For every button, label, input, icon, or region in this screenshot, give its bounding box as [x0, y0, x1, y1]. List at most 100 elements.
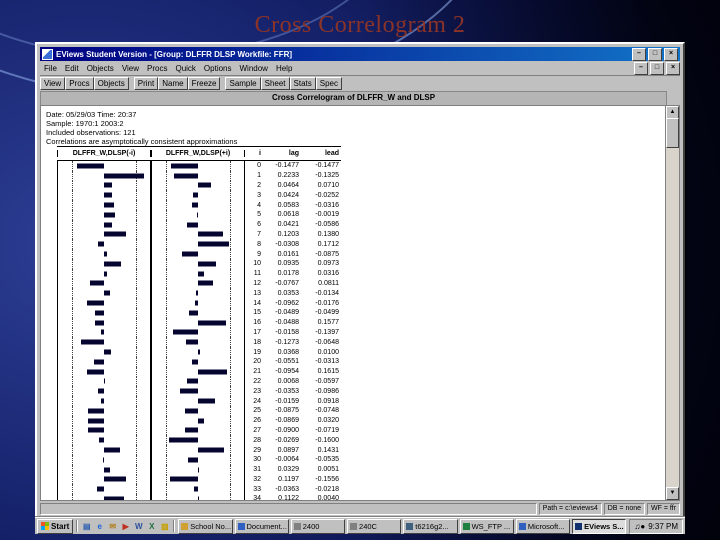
- cell-lag: 0.0897: [277, 446, 299, 454]
- cell-i: 8: [257, 240, 261, 248]
- confidence-band-line: [230, 435, 232, 446]
- task-button[interactable]: 240C: [347, 518, 402, 534]
- ie-icon[interactable]: e: [94, 521, 105, 532]
- child-close-button[interactable]: ×: [666, 62, 680, 75]
- menu-procs[interactable]: Procs: [143, 64, 171, 73]
- cell-lag: -0.1273: [275, 338, 299, 346]
- cell-lag: -0.0962: [275, 299, 299, 307]
- menu-objects[interactable]: Objects: [83, 64, 118, 73]
- correlogram-table: DLFFR_W,DLSP(-i) DLFFR_W,DLSP(+i) i lag …: [57, 146, 341, 501]
- tool-button-sheet[interactable]: Sheet: [260, 76, 290, 90]
- slide-title: Cross Correlogram 2: [254, 12, 466, 38]
- menu-file[interactable]: File: [40, 64, 61, 73]
- task-button[interactable]: Microsoft...: [515, 518, 571, 534]
- lead-plot-cell: [151, 405, 245, 416]
- cell-i: 6: [257, 221, 261, 229]
- task-button[interactable]: School No...: [178, 518, 233, 534]
- confidence-band-line: [230, 307, 232, 318]
- excel-icon[interactable]: X: [146, 521, 157, 532]
- table-row: 32 0.1197 -0.1556: [57, 474, 341, 485]
- cell-lead: 0.0051: [317, 466, 339, 474]
- tool-button-procs[interactable]: Procs: [65, 76, 94, 90]
- show-desktop-icon[interactable]: ▤: [81, 521, 92, 532]
- cell-i: 16: [253, 319, 261, 327]
- lead-plot-cell: [151, 278, 245, 289]
- word-icon[interactable]: W: [133, 521, 144, 532]
- media-player-icon[interactable]: ▶: [120, 521, 131, 532]
- child-maximize-button[interactable]: □: [650, 62, 664, 75]
- confidence-band-line: [165, 386, 167, 397]
- tool-button-objects[interactable]: Objects: [93, 76, 129, 90]
- window-minimize-button[interactable]: –: [632, 47, 646, 61]
- window-maximize-button[interactable]: □: [648, 47, 662, 61]
- task-button[interactable]: 2400: [290, 518, 346, 534]
- table-row: 20 -0.0551 -0.0313: [57, 356, 341, 367]
- network-icon[interactable]: ●: [640, 522, 645, 531]
- confidence-band-line: [71, 445, 73, 455]
- confidence-band-line: [230, 209, 232, 220]
- menu-window[interactable]: Window: [236, 64, 272, 73]
- menu-options[interactable]: Options: [200, 64, 236, 73]
- lag-plot-cell-bar: [104, 202, 115, 208]
- cell-lead: 0.0710: [317, 181, 339, 189]
- window-titlebar[interactable]: EViews Student Version - [Group: DLFFR D…: [40, 47, 680, 61]
- task-button[interactable]: WS_FTP ...: [459, 518, 514, 534]
- info-line-0: Date: 05/29/03 Time: 20:37: [46, 110, 137, 119]
- scrollbar-thumb[interactable]: [666, 118, 679, 148]
- lag-plot-cell: [57, 474, 151, 485]
- lag-plot-cell-bar: [90, 280, 104, 286]
- child-window-controls: – □ ×: [634, 62, 680, 75]
- tool-button-freeze[interactable]: Freeze: [187, 76, 221, 90]
- folder-icon[interactable]: ▨: [159, 521, 170, 532]
- lead-plot-cell: [151, 268, 245, 279]
- confidence-band-line: [71, 180, 73, 191]
- status-path: Path = c:\eviews4: [538, 503, 602, 515]
- task-button-icon: [575, 522, 583, 530]
- vertical-scrollbar[interactable]: ▲ ▼: [665, 105, 680, 501]
- status-command-area[interactable]: [40, 503, 537, 515]
- confidence-band-line: [71, 219, 73, 230]
- cell-lead: -0.0499: [315, 309, 339, 317]
- lag-plot-cell-bar: [104, 231, 126, 237]
- task-button[interactable]: EViews S...: [572, 518, 627, 534]
- clock: 9:37 PM: [648, 521, 678, 531]
- info-line-1: Sample: 1970:1 2003:2: [46, 119, 124, 128]
- start-button[interactable]: Start: [37, 518, 74, 534]
- confidence-band-line: [71, 347, 73, 357]
- cell-lead: 0.0973: [317, 260, 339, 268]
- menu-view[interactable]: View: [118, 64, 143, 73]
- task-button[interactable]: Document...: [234, 518, 289, 534]
- tool-button-print[interactable]: Print: [133, 76, 159, 90]
- table-row: 5 0.0618 -0.0019: [57, 209, 341, 220]
- tool-button-spec[interactable]: Spec: [315, 76, 342, 90]
- outlook-icon[interactable]: ✉: [107, 521, 118, 532]
- table-row: 33 -0.0363 -0.0218: [57, 484, 341, 495]
- task-button[interactable]: t6216g2...: [403, 518, 458, 534]
- confidence-band-line: [71, 258, 73, 269]
- lead-plot-cell: [151, 249, 245, 259]
- cell-lag: 0.0368: [277, 348, 299, 356]
- lag-plot-cell: [57, 327, 151, 338]
- scroll-down-icon[interactable]: ▼: [666, 487, 679, 500]
- confidence-band-line: [230, 405, 232, 416]
- confidence-band-line: [165, 258, 167, 269]
- lag-plot-cell-bar: [104, 476, 126, 482]
- menu-edit[interactable]: Edit: [61, 64, 83, 73]
- tool-button-stats[interactable]: Stats: [289, 76, 316, 90]
- confidence-band-line: [136, 396, 138, 406]
- cell-lag: 0.1122: [278, 495, 299, 501]
- lag-plot-cell: [57, 278, 151, 289]
- window-close-button[interactable]: ×: [664, 47, 678, 61]
- child-minimize-button[interactable]: –: [634, 62, 648, 75]
- lead-plot-cell-bar: [198, 320, 227, 326]
- tool-button-name[interactable]: Name: [158, 76, 188, 90]
- confidence-band-line: [136, 415, 138, 426]
- menu-help[interactable]: Help: [272, 64, 296, 73]
- tool-button-view[interactable]: View: [40, 76, 66, 90]
- tool-button-sample[interactable]: Sample: [225, 76, 261, 90]
- cell-lag: -0.0551: [275, 358, 299, 366]
- confidence-band-line: [165, 161, 167, 171]
- lag-plot-cell: [57, 190, 151, 201]
- menu-quick[interactable]: Quick: [171, 64, 199, 73]
- cell-i: 28: [253, 436, 261, 444]
